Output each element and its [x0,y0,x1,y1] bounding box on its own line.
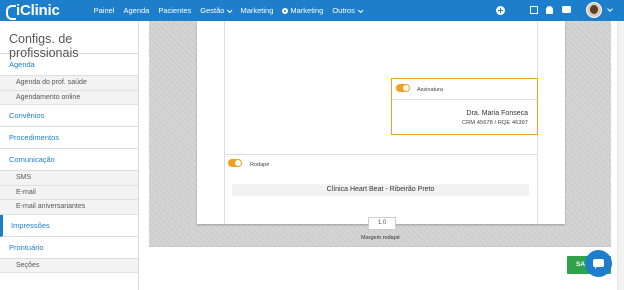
signature-crm: CRM 45678 / RQE 46397 [461,120,528,126]
message-icon[interactable] [562,6,571,13]
nav-painel[interactable]: Painel [94,6,115,15]
signature-label: Assinatura [417,87,443,93]
page-margin-guide-left [224,21,225,224]
sidebar-item-procedimentos[interactable]: Procedimentos [0,127,138,149]
nav-pacientes[interactable]: Pacientes [158,6,191,15]
sidebar-subitem-email-aniversariantes[interactable]: E-mail aniversariantes [0,200,138,215]
footer-label: Rodapé [250,162,270,168]
print-editor: Assinatura Dra. Maria Fonseca CRM 45678 … [149,21,611,290]
signature-header: Assinatura [392,79,537,100]
nav-marketing[interactable]: Marketing [240,6,273,15]
brand-logo[interactable]: iClinic [6,2,60,20]
page-title: Configs. de profissionais [9,32,79,60]
sidebar-subitem-agendamento-online[interactable]: Agendamento online [0,90,138,105]
chevron-down-icon[interactable] [607,6,613,12]
action-bar: SAL [149,248,611,290]
sidebar-item-impressoes[interactable]: Impressões [0,214,138,237]
nav-label: Agenda [123,6,150,15]
gift-icon[interactable] [530,6,538,14]
nav-outros[interactable]: Outros [332,6,364,15]
brand-name: iClinic [16,2,60,19]
add-circle-icon[interactable] [496,6,505,15]
sidebar-item-convenios[interactable]: Convênios [0,105,138,127]
nav-gestao[interactable]: Gestão [200,6,233,15]
signature-name: Dra. Maria Fonseca [466,110,528,117]
sidebar-item-prontuario[interactable]: Prontuário [0,236,138,259]
chevron-down-icon [227,6,233,13]
avatar[interactable] [586,2,602,18]
top-navbar: iClinic Painel Agenda Pacientes Gestão M… [0,0,624,21]
footer-toggle[interactable] [228,159,242,167]
chevron-down-icon [357,6,364,13]
signature-block[interactable]: Assinatura Dra. Maria Fonseca CRM 45678 … [391,78,538,135]
canvas-margin-right [565,21,611,247]
print-page-preview: Assinatura Dra. Maria Fonseca CRM 45678 … [197,21,565,224]
gear-icon [282,7,289,14]
footer-margin-input[interactable]: 1.0 [368,217,396,230]
sidebar-subitem-email[interactable]: E-mail [0,185,138,200]
bell-icon[interactable] [546,6,553,14]
nav-label: Painel [93,6,115,15]
footer-divider [224,154,537,155]
nav-label: Marketing [290,6,324,15]
sidebar-subitem-agenda-prof[interactable]: Agenda do prof. saúde [0,76,138,91]
footer-margin-label: Margem rodapé [361,235,400,241]
canvas-margin-left [149,21,197,247]
nav-label: Outros [332,6,355,15]
chat-support-button[interactable] [585,250,612,277]
signature-toggle[interactable] [396,84,410,92]
main-nav: Painel Agenda Pacientes Gestão Marketing… [94,6,371,15]
nav-agenda[interactable]: Agenda [123,6,149,15]
page-scrollbar[interactable] [617,21,624,290]
nav-label: Marketing [240,6,274,15]
sidebar-item-comunicacao[interactable]: Comunicação [0,149,138,171]
iclinic-logo-icon [6,4,16,20]
sidebar-subitem-secoes[interactable]: Seções [0,258,138,273]
settings-sidebar: Configs. de profissionais Agenda Agenda … [0,21,139,290]
nav-marketing-settings[interactable]: Marketing [282,6,323,15]
footer-text-field[interactable]: Clínica Heart Beat - Ribeirão Preto [232,184,529,196]
nav-label: Gestão [200,6,225,15]
sidebar-subitem-sms[interactable]: SMS [0,171,138,186]
nav-label: Pacientes [158,6,192,15]
